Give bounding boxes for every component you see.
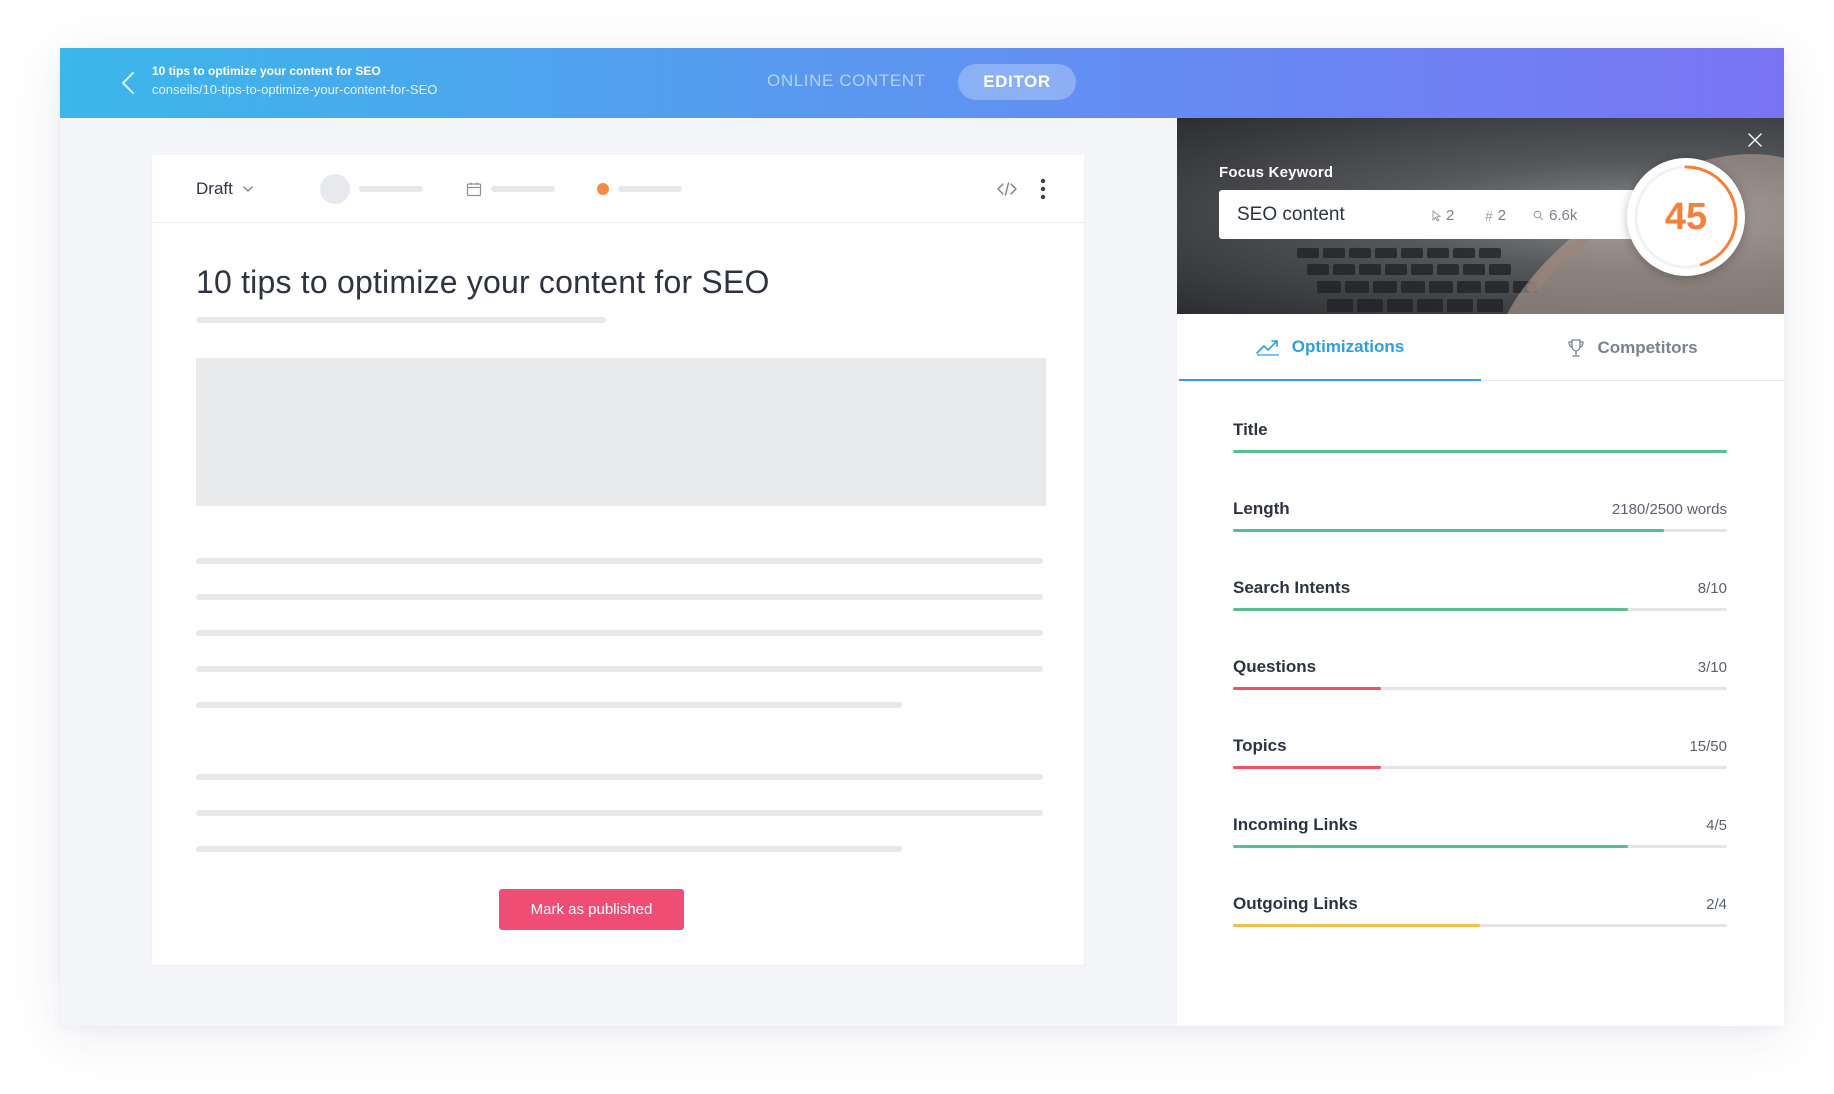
progress-track bbox=[1233, 924, 1727, 927]
document-path: conseils/10-tips-to-optimize-your-conten… bbox=[152, 82, 438, 97]
progress-track bbox=[1233, 687, 1727, 690]
progress-fill bbox=[1233, 450, 1727, 453]
volume-value: 6.6k bbox=[1549, 207, 1578, 224]
chevron-down-icon bbox=[243, 186, 253, 192]
code-icon[interactable] bbox=[996, 179, 1018, 199]
tab-competitors[interactable]: Competitors bbox=[1481, 314, 1784, 381]
metric-label: Outgoing Links bbox=[1233, 894, 1358, 913]
search-icon bbox=[1533, 210, 1544, 221]
text-line-placeholder bbox=[196, 594, 1043, 600]
trophy-icon bbox=[1568, 338, 1585, 357]
metric-label: Title bbox=[1233, 420, 1268, 439]
text-line-placeholder bbox=[196, 558, 1043, 564]
metric-incoming-links: Incoming Links 4/5 bbox=[1233, 815, 1727, 894]
metric-title: Title bbox=[1233, 420, 1727, 499]
image-placeholder bbox=[196, 358, 1046, 506]
metric-label: Questions bbox=[1233, 657, 1317, 676]
text-line-placeholder bbox=[196, 666, 1043, 672]
progress-fill bbox=[1233, 766, 1382, 769]
metric-search-intents: Search Intents 8/10 bbox=[1233, 578, 1727, 657]
metric-length: Length 2180/2500 words bbox=[1233, 499, 1727, 578]
seo-panel: Focus Keyword SEO content 2 # 2 6.6k 45 … bbox=[1177, 118, 1784, 1026]
status-dot bbox=[597, 183, 609, 195]
clicks-value: 2 bbox=[1446, 207, 1455, 224]
mark-as-published-button[interactable]: Mark as published bbox=[499, 889, 684, 930]
metric-value: 2180/2500 words bbox=[1611, 501, 1727, 518]
cursor-icon bbox=[1432, 209, 1441, 222]
metric-topics: Topics 15/50 bbox=[1233, 736, 1727, 815]
progress-track bbox=[1233, 450, 1727, 453]
editor-toolbar: Draft bbox=[152, 155, 1084, 223]
tab-editor[interactable]: EDITOR bbox=[958, 64, 1076, 100]
trend-icon bbox=[1255, 339, 1279, 356]
tab-optimizations-label: Optimizations bbox=[1291, 336, 1405, 356]
metric-label: Topics bbox=[1233, 736, 1287, 755]
status-label: Draft bbox=[196, 179, 233, 198]
metric-label: Incoming Links bbox=[1233, 815, 1358, 834]
app-window: 10 tips to optimize your content for SEO… bbox=[60, 48, 1784, 1026]
document-title: 10 tips to optimize your content for SEO bbox=[152, 64, 381, 78]
metric-outgoing-links: Outgoing Links 2/4 bbox=[1233, 894, 1727, 973]
metric-label: Search Intents bbox=[1233, 578, 1351, 597]
progress-track bbox=[1233, 845, 1727, 848]
focus-keyword-label: Focus Keyword bbox=[1219, 164, 1334, 181]
more-options-icon[interactable] bbox=[1039, 177, 1047, 201]
metric-value: 2/4 bbox=[1706, 896, 1727, 913]
back-chevron-icon[interactable] bbox=[114, 68, 144, 98]
progress-fill bbox=[1233, 608, 1629, 611]
rank-stat: # 2 bbox=[1485, 207, 1506, 224]
author-avatar[interactable] bbox=[320, 174, 350, 204]
calendar-icon[interactable] bbox=[466, 181, 482, 197]
tab-optimizations[interactable]: Optimizations bbox=[1179, 314, 1481, 381]
tab-online-content[interactable]: ONLINE CONTENT bbox=[767, 71, 926, 91]
score-value: 45 bbox=[1664, 195, 1708, 238]
progress-fill bbox=[1233, 687, 1382, 690]
text-line-placeholder bbox=[196, 630, 1043, 636]
metric-questions: Questions 3/10 bbox=[1233, 657, 1727, 736]
metric-label: Length bbox=[1233, 499, 1290, 518]
text-line-placeholder bbox=[196, 810, 1043, 816]
text-line-placeholder bbox=[196, 846, 902, 852]
progress-track bbox=[1233, 766, 1727, 769]
metric-value: 15/50 bbox=[1689, 738, 1727, 755]
volume-stat: 6.6k bbox=[1533, 207, 1577, 224]
subtitle-placeholder bbox=[196, 317, 606, 323]
label-placeholder bbox=[618, 186, 682, 192]
metric-value: 4/5 bbox=[1706, 817, 1727, 834]
clicks-stat: 2 bbox=[1431, 207, 1454, 224]
panel-tabs: Optimizations Competitors bbox=[1177, 314, 1784, 381]
progress-fill bbox=[1233, 529, 1664, 532]
status-dropdown[interactable]: Draft bbox=[196, 179, 253, 199]
text-line-placeholder bbox=[196, 774, 1043, 780]
close-icon[interactable] bbox=[1745, 130, 1765, 150]
date-placeholder bbox=[491, 186, 555, 192]
editor-card: Draft 10 tips to optimize your content f… bbox=[152, 155, 1084, 965]
keyword-text: SEO content bbox=[1237, 204, 1345, 225]
progress-track bbox=[1233, 529, 1727, 532]
author-placeholder bbox=[359, 186, 423, 192]
metric-value: 8/10 bbox=[1697, 580, 1727, 597]
progress-fill bbox=[1233, 924, 1480, 927]
score-gauge: 45 bbox=[1627, 158, 1745, 276]
keyword-input[interactable]: SEO content 2 # 2 6.6k bbox=[1219, 190, 1639, 239]
keyword-hero: Focus Keyword SEO content 2 # 2 6.6k 45 bbox=[1177, 118, 1784, 314]
metrics-list: Title Length 2180/2500 words Search Inte… bbox=[1233, 420, 1727, 973]
hash-icon: # bbox=[1485, 207, 1493, 224]
metric-value: 3/10 bbox=[1697, 659, 1727, 676]
progress-fill bbox=[1233, 845, 1629, 848]
rank-value: 2 bbox=[1497, 207, 1507, 224]
progress-track bbox=[1233, 608, 1727, 611]
article-title[interactable]: 10 tips to optimize your content for SEO bbox=[196, 264, 770, 301]
top-bar: 10 tips to optimize your content for SEO… bbox=[60, 48, 1784, 118]
text-line-placeholder bbox=[196, 702, 902, 708]
tab-competitors-label: Competitors bbox=[1597, 337, 1698, 357]
